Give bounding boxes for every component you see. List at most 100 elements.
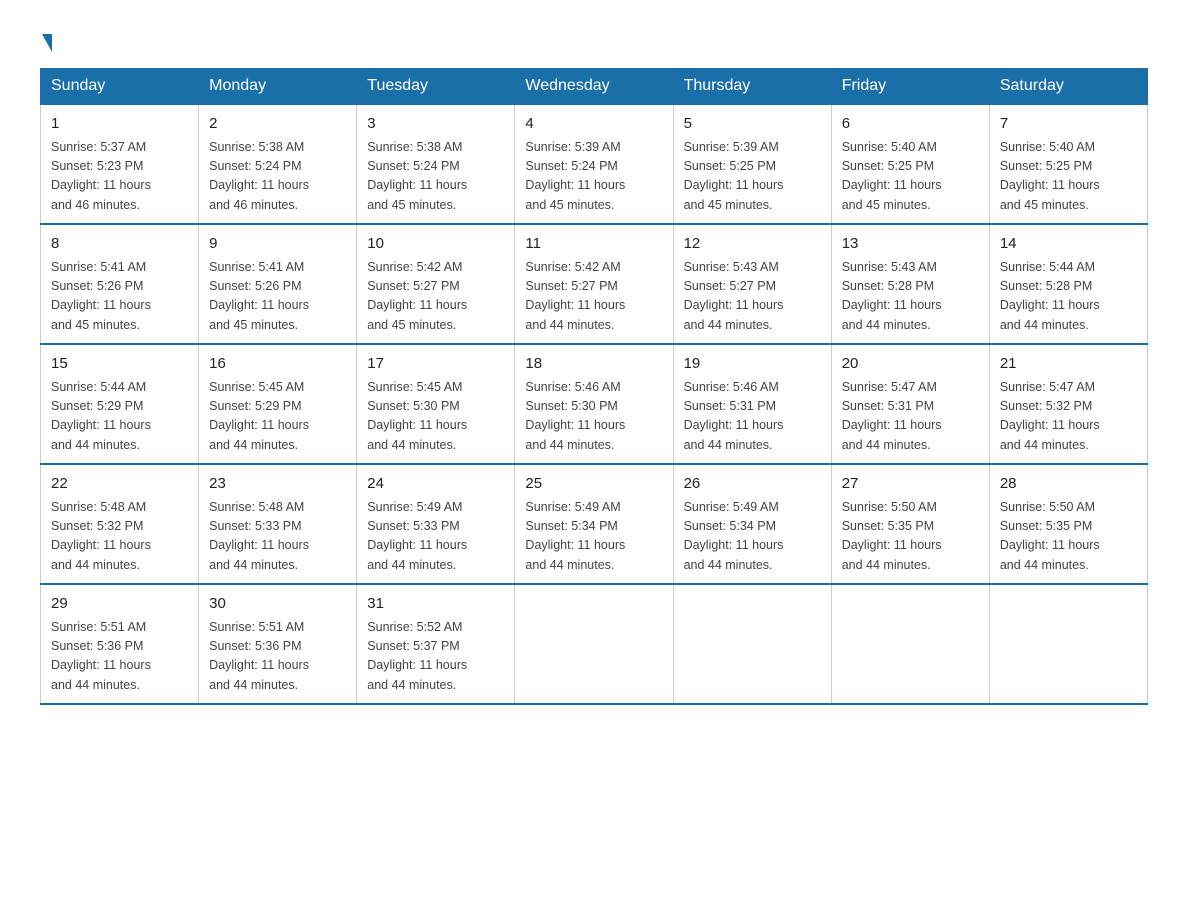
day-info: Sunrise: 5:37 AM Sunset: 5:23 PM Dayligh… <box>51 138 188 216</box>
header-wednesday: Wednesday <box>515 69 673 105</box>
day-info: Sunrise: 5:42 AM Sunset: 5:27 PM Dayligh… <box>525 258 662 336</box>
calendar-cell: 20 Sunrise: 5:47 AM Sunset: 5:31 PM Dayl… <box>831 344 989 464</box>
calendar-body: 1 Sunrise: 5:37 AM Sunset: 5:23 PM Dayli… <box>41 104 1148 704</box>
calendar-cell: 4 Sunrise: 5:39 AM Sunset: 5:24 PM Dayli… <box>515 104 673 224</box>
day-info: Sunrise: 5:46 AM Sunset: 5:31 PM Dayligh… <box>684 378 821 456</box>
day-info: Sunrise: 5:47 AM Sunset: 5:32 PM Dayligh… <box>1000 378 1137 456</box>
calendar-cell <box>989 584 1147 704</box>
header-monday: Monday <box>199 69 357 105</box>
day-number: 29 <box>51 593 188 616</box>
day-number: 11 <box>525 233 662 256</box>
day-info: Sunrise: 5:46 AM Sunset: 5:30 PM Dayligh… <box>525 378 662 456</box>
day-number: 9 <box>209 233 346 256</box>
day-number: 12 <box>684 233 821 256</box>
calendar-cell: 24 Sunrise: 5:49 AM Sunset: 5:33 PM Dayl… <box>357 464 515 584</box>
day-info: Sunrise: 5:41 AM Sunset: 5:26 PM Dayligh… <box>51 258 188 336</box>
calendar-cell: 28 Sunrise: 5:50 AM Sunset: 5:35 PM Dayl… <box>989 464 1147 584</box>
day-number: 24 <box>367 473 504 496</box>
day-number: 10 <box>367 233 504 256</box>
calendar-cell: 26 Sunrise: 5:49 AM Sunset: 5:34 PM Dayl… <box>673 464 831 584</box>
day-info: Sunrise: 5:39 AM Sunset: 5:24 PM Dayligh… <box>525 138 662 216</box>
header-friday: Friday <box>831 69 989 105</box>
calendar-cell <box>515 584 673 704</box>
calendar-cell: 9 Sunrise: 5:41 AM Sunset: 5:26 PM Dayli… <box>199 224 357 344</box>
calendar-cell: 17 Sunrise: 5:45 AM Sunset: 5:30 PM Dayl… <box>357 344 515 464</box>
day-number: 6 <box>842 113 979 136</box>
calendar-cell <box>673 584 831 704</box>
header-row: SundayMondayTuesdayWednesdayThursdayFrid… <box>41 69 1148 105</box>
week-row-2: 8 Sunrise: 5:41 AM Sunset: 5:26 PM Dayli… <box>41 224 1148 344</box>
day-info: Sunrise: 5:42 AM Sunset: 5:27 PM Dayligh… <box>367 258 504 336</box>
day-info: Sunrise: 5:38 AM Sunset: 5:24 PM Dayligh… <box>209 138 346 216</box>
day-info: Sunrise: 5:49 AM Sunset: 5:34 PM Dayligh… <box>525 498 662 576</box>
calendar-cell: 8 Sunrise: 5:41 AM Sunset: 5:26 PM Dayli… <box>41 224 199 344</box>
header-thursday: Thursday <box>673 69 831 105</box>
calendar-cell: 21 Sunrise: 5:47 AM Sunset: 5:32 PM Dayl… <box>989 344 1147 464</box>
day-info: Sunrise: 5:51 AM Sunset: 5:36 PM Dayligh… <box>209 618 346 696</box>
logo <box>40 30 52 48</box>
calendar-cell: 30 Sunrise: 5:51 AM Sunset: 5:36 PM Dayl… <box>199 584 357 704</box>
calendar-cell: 10 Sunrise: 5:42 AM Sunset: 5:27 PM Dayl… <box>357 224 515 344</box>
calendar-cell: 18 Sunrise: 5:46 AM Sunset: 5:30 PM Dayl… <box>515 344 673 464</box>
day-number: 2 <box>209 113 346 136</box>
day-info: Sunrise: 5:40 AM Sunset: 5:25 PM Dayligh… <box>1000 138 1137 216</box>
calendar-header: SundayMondayTuesdayWednesdayThursdayFrid… <box>41 69 1148 105</box>
header-sunday: Sunday <box>41 69 199 105</box>
day-number: 26 <box>684 473 821 496</box>
day-number: 17 <box>367 353 504 376</box>
calendar-cell <box>831 584 989 704</box>
logo-triangle-icon <box>42 34 52 52</box>
day-number: 22 <box>51 473 188 496</box>
day-number: 13 <box>842 233 979 256</box>
calendar-cell: 3 Sunrise: 5:38 AM Sunset: 5:24 PM Dayli… <box>357 104 515 224</box>
calendar-cell: 5 Sunrise: 5:39 AM Sunset: 5:25 PM Dayli… <box>673 104 831 224</box>
day-info: Sunrise: 5:52 AM Sunset: 5:37 PM Dayligh… <box>367 618 504 696</box>
calendar-table: SundayMondayTuesdayWednesdayThursdayFrid… <box>40 68 1148 705</box>
day-info: Sunrise: 5:50 AM Sunset: 5:35 PM Dayligh… <box>842 498 979 576</box>
header-saturday: Saturday <box>989 69 1147 105</box>
day-info: Sunrise: 5:47 AM Sunset: 5:31 PM Dayligh… <box>842 378 979 456</box>
calendar-cell: 22 Sunrise: 5:48 AM Sunset: 5:32 PM Dayl… <box>41 464 199 584</box>
day-number: 15 <box>51 353 188 376</box>
day-number: 31 <box>367 593 504 616</box>
day-number: 18 <box>525 353 662 376</box>
day-info: Sunrise: 5:49 AM Sunset: 5:34 PM Dayligh… <box>684 498 821 576</box>
day-info: Sunrise: 5:45 AM Sunset: 5:30 PM Dayligh… <box>367 378 504 456</box>
day-info: Sunrise: 5:51 AM Sunset: 5:36 PM Dayligh… <box>51 618 188 696</box>
day-info: Sunrise: 5:49 AM Sunset: 5:33 PM Dayligh… <box>367 498 504 576</box>
calendar-cell: 6 Sunrise: 5:40 AM Sunset: 5:25 PM Dayli… <box>831 104 989 224</box>
day-number: 4 <box>525 113 662 136</box>
calendar-cell: 12 Sunrise: 5:43 AM Sunset: 5:27 PM Dayl… <box>673 224 831 344</box>
calendar-cell: 7 Sunrise: 5:40 AM Sunset: 5:25 PM Dayli… <box>989 104 1147 224</box>
day-info: Sunrise: 5:43 AM Sunset: 5:28 PM Dayligh… <box>842 258 979 336</box>
calendar-cell: 16 Sunrise: 5:45 AM Sunset: 5:29 PM Dayl… <box>199 344 357 464</box>
calendar-cell: 1 Sunrise: 5:37 AM Sunset: 5:23 PM Dayli… <box>41 104 199 224</box>
calendar-cell: 25 Sunrise: 5:49 AM Sunset: 5:34 PM Dayl… <box>515 464 673 584</box>
day-number: 27 <box>842 473 979 496</box>
day-number: 14 <box>1000 233 1137 256</box>
calendar-cell: 23 Sunrise: 5:48 AM Sunset: 5:33 PM Dayl… <box>199 464 357 584</box>
day-info: Sunrise: 5:40 AM Sunset: 5:25 PM Dayligh… <box>842 138 979 216</box>
calendar-cell: 2 Sunrise: 5:38 AM Sunset: 5:24 PM Dayli… <box>199 104 357 224</box>
day-info: Sunrise: 5:44 AM Sunset: 5:29 PM Dayligh… <box>51 378 188 456</box>
day-info: Sunrise: 5:43 AM Sunset: 5:27 PM Dayligh… <box>684 258 821 336</box>
day-number: 3 <box>367 113 504 136</box>
week-row-4: 22 Sunrise: 5:48 AM Sunset: 5:32 PM Dayl… <box>41 464 1148 584</box>
day-number: 28 <box>1000 473 1137 496</box>
calendar-cell: 14 Sunrise: 5:44 AM Sunset: 5:28 PM Dayl… <box>989 224 1147 344</box>
calendar-cell: 13 Sunrise: 5:43 AM Sunset: 5:28 PM Dayl… <box>831 224 989 344</box>
day-info: Sunrise: 5:38 AM Sunset: 5:24 PM Dayligh… <box>367 138 504 216</box>
calendar-cell: 27 Sunrise: 5:50 AM Sunset: 5:35 PM Dayl… <box>831 464 989 584</box>
day-number: 25 <box>525 473 662 496</box>
day-info: Sunrise: 5:50 AM Sunset: 5:35 PM Dayligh… <box>1000 498 1137 576</box>
day-info: Sunrise: 5:41 AM Sunset: 5:26 PM Dayligh… <box>209 258 346 336</box>
week-row-5: 29 Sunrise: 5:51 AM Sunset: 5:36 PM Dayl… <box>41 584 1148 704</box>
day-number: 7 <box>1000 113 1137 136</box>
page-header <box>40 30 1148 48</box>
week-row-3: 15 Sunrise: 5:44 AM Sunset: 5:29 PM Dayl… <box>41 344 1148 464</box>
day-number: 8 <box>51 233 188 256</box>
day-info: Sunrise: 5:44 AM Sunset: 5:28 PM Dayligh… <box>1000 258 1137 336</box>
day-number: 21 <box>1000 353 1137 376</box>
calendar-cell: 29 Sunrise: 5:51 AM Sunset: 5:36 PM Dayl… <box>41 584 199 704</box>
day-number: 1 <box>51 113 188 136</box>
